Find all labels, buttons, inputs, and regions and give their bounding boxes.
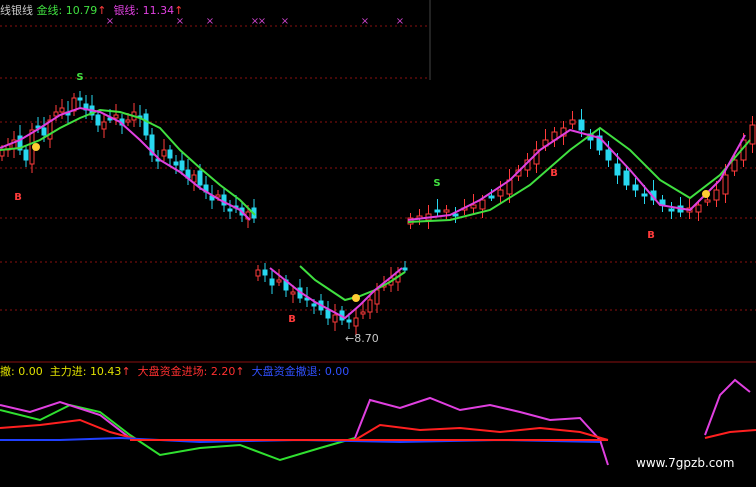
up-arrow-icon: ↑ [174,4,184,17]
candle-body [360,311,366,315]
top-legend: 线银线 金线: 10.79↑ 银线: 11.34↑ [0,4,183,18]
candle-body [290,291,296,295]
legend-prefix: 线银线 [0,4,33,17]
candlesticks [0,91,756,335]
candle-body [497,189,504,197]
candle-body [173,161,179,166]
candle-body [59,107,65,113]
withdraw-label: 撤: [0,365,15,378]
candle-body [353,317,359,327]
market-inflow-value: 2.20 [210,365,236,378]
candle-body [197,170,203,186]
cross-dot [32,143,40,151]
candle-body [167,149,173,159]
candle-body [41,127,47,136]
candle-body [77,97,83,101]
candle-body [695,204,702,213]
candle-body [125,119,131,123]
cross-dot [702,190,710,198]
candle-body [227,208,233,212]
min-price-label: ←8.70 [345,332,379,345]
candle-body [255,269,261,277]
candle-body [325,309,331,319]
buy-signal: B [647,230,655,241]
candle-body [722,174,729,195]
buy-signal: B [550,168,558,179]
market-flow-red-right [704,429,756,439]
market-outflow-value: 0.00 [324,365,350,378]
top-x-marker: × [396,16,404,27]
candle-body [113,114,119,119]
candle-body [578,119,585,131]
top-x-marker: × [361,16,369,27]
main-inflow-value: 10.43 [89,365,122,378]
watermark: www.7gpzb.com [636,456,735,470]
candle-body [479,199,486,210]
candle-body [101,121,107,130]
candle-body [614,163,621,176]
main-inflow-line-right [704,378,751,436]
up-arrow-icon: ↑ [121,365,131,378]
candle-body [346,319,352,323]
candle-body [143,113,149,136]
candle-body [623,170,630,186]
candle-body [215,194,221,198]
candle-body [332,314,338,323]
candle-body [488,195,495,199]
candle-body [443,209,450,213]
signal-markers: × × × ×× × × ×BSBSBB [14,16,710,325]
main-inflow-label: 主力进: [49,365,87,378]
candle-body [605,149,612,161]
chart-canvas: × × × ×× × × ×BSBSBB [0,0,756,466]
candle-body [161,149,167,157]
candle-body [632,184,639,191]
candle-body [470,204,477,209]
candle-body [704,199,711,203]
gold-line-label: 金线: [36,4,63,17]
top-x-marker: × [258,16,266,27]
market-inflow-label: 大盘资金进场: [137,365,208,378]
candle-body [749,124,756,145]
candle-body [668,208,675,212]
indicator-lines [0,106,756,466]
candle-body [713,189,720,201]
up-arrow-icon: ↑ [97,4,107,17]
buy-signal: B [288,314,296,325]
candle-body [569,119,576,125]
price-grid [0,0,756,363]
top-x-marker: × [206,16,214,27]
candle-body [276,279,282,283]
candle-body [269,278,275,286]
silver-line-value: 11.34 [142,4,175,17]
silver-line-label: 银线: [113,4,140,17]
top-x-marker: × [281,16,289,27]
gold-line-value: 10.79 [65,4,98,17]
candle-body [367,299,373,313]
candle-body [311,303,317,307]
candle-body [434,209,441,213]
candle-body [23,149,29,161]
main-inflow-line-green [0,403,356,462]
up-arrow-icon: ↑ [235,365,245,378]
candle-body [179,160,185,171]
candle-body [53,111,59,117]
sell-signal: S [433,178,440,189]
silver-line [407,128,746,221]
gold-line [299,265,406,302]
candle-body [641,193,648,197]
market-outflow-label: 大盘资金撤退: [251,365,322,378]
cross-dot [352,294,360,302]
buy-signal: B [14,192,22,203]
sell-signal: S [76,72,83,83]
candle-body [262,269,268,276]
candle-body [402,267,408,271]
candle-body [452,213,459,217]
candle-body [95,114,101,126]
withdraw-value: 0.00 [18,365,43,378]
sub-legend: 撤: 0.00 主力进: 10.43↑ 大盘资金进场: 2.20↑ 大盘资金撤退… [0,365,349,379]
candle-body [374,289,380,305]
market-flow-red-mid [354,423,609,441]
